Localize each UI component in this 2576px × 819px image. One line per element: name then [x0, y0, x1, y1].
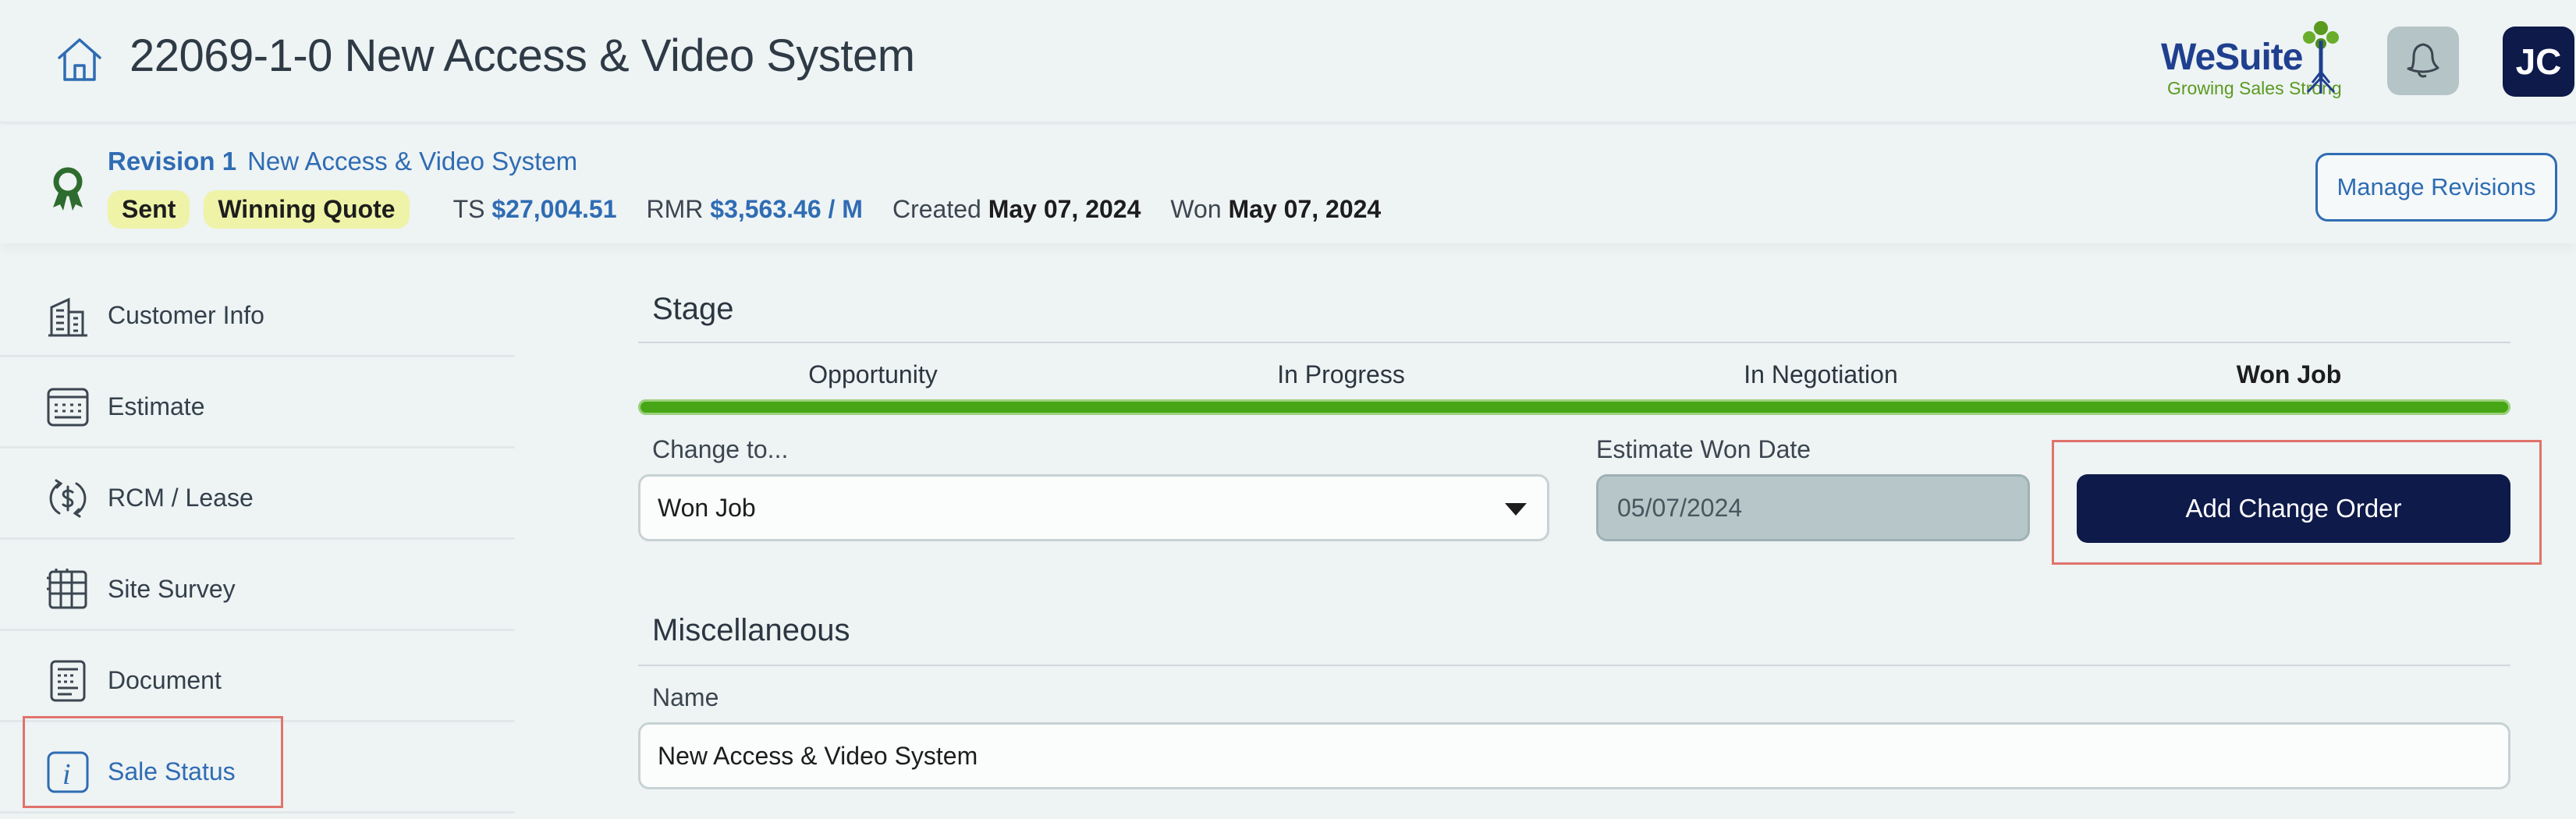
svg-text:i: i	[62, 758, 71, 791]
won-value: May 07, 2024	[1228, 195, 1382, 223]
rmr-metric: RMR $3,563.46 / M	[647, 195, 863, 224]
revision-number: Revision 1	[108, 147, 237, 176]
misc-section-title: Miscellaneous	[652, 613, 850, 647]
change-to-label: Change to...	[652, 435, 789, 463]
misc-divider	[638, 665, 2510, 666]
sidebar-item-site-survey[interactable]: Site Survey	[0, 545, 515, 631]
sidebar-item-document[interactable]: Document	[0, 636, 515, 722]
rmr-value: $3,563.46 / M	[710, 195, 863, 223]
won-date-field[interactable]: 05/07/2024	[1596, 474, 2030, 541]
brand-name: WeSuite	[2161, 37, 2303, 78]
name-value: New Access & Video System	[658, 742, 978, 770]
stage-step-won-job: Won Job	[2236, 360, 2342, 388]
add-change-order-button[interactable]: Add Change Order	[2077, 474, 2510, 543]
ts-value: $27,004.51	[491, 195, 617, 223]
brand-logo: WeSuite Growing Sales Strong	[2161, 17, 2342, 103]
created-label: Created	[892, 195, 981, 223]
ts-label: TS	[452, 195, 485, 223]
stage-progress-bar	[638, 399, 2510, 415]
floor-plan-icon	[45, 567, 90, 612]
rmr-label: RMR	[646, 195, 704, 223]
change-stage-select[interactable]: Won Job	[638, 474, 1549, 541]
name-label: Name	[652, 683, 719, 711]
revision-summary: Sent Winning Quote TS $27,004.51 RMR $3,…	[108, 190, 1381, 229]
won-date-label: Estimate Won Date	[1596, 435, 1811, 463]
manage-revisions-button[interactable]: Manage Revisions	[2315, 153, 2557, 222]
stage-divider	[638, 342, 2510, 343]
ts-metric: TS $27,004.51	[453, 195, 617, 224]
won-metric: Won May 07, 2024	[1170, 195, 1381, 224]
revision-bar: Revision 1 New Access & Video System Sent…	[0, 125, 2576, 243]
notifications-button[interactable]	[2387, 27, 2459, 95]
sidebar-item-label: Estimate	[108, 392, 205, 420]
won-date-value: 05/07/2024	[1617, 494, 1743, 522]
award-ribbon-icon	[48, 165, 87, 212]
stage-step-opportunity: Opportunity	[808, 360, 938, 388]
sidebar-item-label: RCM / Lease	[108, 484, 254, 512]
page-title: 22069-1-0 New Access & Video System	[130, 30, 915, 81]
chevron-down-icon	[1505, 503, 1527, 516]
recurring-dollar-icon	[45, 476, 90, 521]
status-badge: Sent	[108, 190, 190, 229]
sidebar-item-label: Site Survey	[108, 575, 236, 603]
bell-icon	[2400, 37, 2446, 86]
user-avatar[interactable]: JC	[2503, 27, 2574, 97]
name-field[interactable]: New Access & Video System	[638, 722, 2510, 789]
stage-progress-fill	[638, 399, 2510, 415]
info-icon: i	[45, 750, 90, 795]
stage-step-in-negotiation: In Negotiation	[1744, 360, 1898, 388]
calculator-icon	[45, 385, 90, 430]
sidebar-item-label: Document	[108, 666, 222, 694]
sidebar-item-estimate[interactable]: Estimate	[0, 363, 515, 448]
sidebar-item-label: Customer Info	[108, 301, 264, 329]
revision-title: Revision 1 New Access & Video System	[108, 147, 577, 176]
document-icon	[45, 658, 90, 704]
revision-name: New Access & Video System	[247, 147, 578, 176]
home-icon[interactable]	[55, 34, 105, 84]
created-value: May 07, 2024	[988, 195, 1141, 223]
change-stage-value: Won Job	[658, 494, 756, 522]
tree-logo-icon	[2298, 17, 2344, 97]
building-icon	[45, 293, 90, 339]
sidebar-item-sale-status[interactable]: i Sale Status	[0, 728, 515, 814]
sidebar-item-label: Sale Status	[108, 757, 236, 785]
created-metric: Created May 07, 2024	[892, 195, 1141, 224]
stage-section-title: Stage	[652, 292, 734, 326]
won-label: Won	[1170, 195, 1222, 223]
stage-step-in-progress: In Progress	[1277, 360, 1405, 388]
winning-quote-badge: Winning Quote	[204, 190, 410, 229]
sidebar-item-customer-info[interactable]: Customer Info	[0, 271, 515, 357]
sidebar-item-rcm-lease[interactable]: RCM / Lease	[0, 454, 515, 540]
app-header: 22069-1-0 New Access & Video System WeSu…	[0, 0, 2576, 123]
